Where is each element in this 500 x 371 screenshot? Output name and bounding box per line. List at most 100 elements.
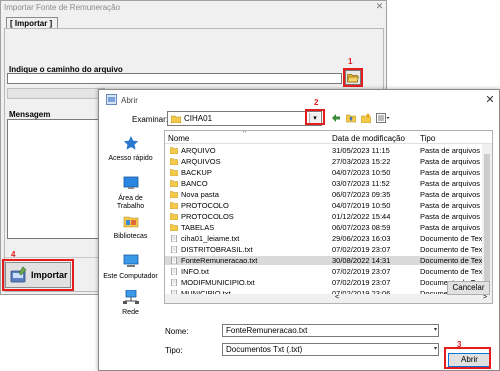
annotation-number: 2 — [314, 98, 319, 107]
look-in-label: Examinar: — [132, 115, 169, 124]
filetype-select[interactable]: Documentos Txt (.txt) ▾ — [222, 343, 439, 356]
up-folder-icon[interactable] — [346, 113, 356, 123]
file-type: Pasta de arquivos — [420, 157, 481, 166]
annotation-number: 4 — [11, 250, 16, 259]
message-box — [7, 119, 105, 239]
look-in-select[interactable]: CIHA01 ▾ — [167, 111, 322, 126]
file-type: Pasta de arquivos — [420, 201, 481, 210]
divider — [3, 257, 105, 258]
filename-label: Nome: — [165, 327, 189, 336]
file-row[interactable]: MODIFMUNICIPIO.txt 07/02/2019 23:07 Docume… — [165, 278, 483, 287]
text-file-icon — [171, 246, 177, 253]
file-modified: 03/07/2023 11:52 — [332, 179, 390, 188]
file-type: Documento de Text — [420, 267, 482, 276]
window-title: Importar Fonte de Remuneração — [4, 3, 121, 12]
vertical-scrollbar[interactable] — [482, 144, 492, 294]
window-close-icon[interactable]: ✕ — [371, 1, 388, 12]
annotation-box-browse — [343, 68, 363, 87]
dialog-close-icon[interactable]: ✕ — [483, 93, 497, 106]
text-file-icon — [171, 235, 177, 242]
folder-icon — [170, 213, 178, 220]
file-row[interactable]: BANCO 03/07/2023 11:52 Pasta de arquivos — [165, 179, 483, 188]
filename-dropdown-icon[interactable]: ▾ — [434, 325, 437, 336]
place-label: Acesso rápido — [108, 155, 153, 162]
cancel-button[interactable]: Cancelar — [447, 281, 490, 295]
desktop-icon — [123, 176, 138, 189]
scrollbar-thumb[interactable] — [484, 154, 490, 284]
file-name: ciha01_leiame.txt — [181, 234, 240, 243]
dialog-toolbar — [331, 113, 390, 123]
filename-input[interactable]: FonteRemuneracao.txt ▾ — [222, 324, 439, 337]
folder-icon — [170, 224, 178, 231]
text-file-icon — [171, 257, 177, 264]
file-row[interactable]: PROTOCOLOS 01/12/2022 15:44 Pasta de arqui… — [165, 212, 483, 221]
scroll-right-icon[interactable]: > — [483, 294, 487, 301]
file-name: TABELAS — [181, 223, 215, 232]
file-modified: 06/07/2023 08:59 — [332, 223, 391, 232]
annotation-box-dropdown — [305, 109, 325, 125]
open-file-dialog: Abrir ✕ Examinar: CIHA01 ▾ Acesso rápido… — [98, 89, 500, 371]
file-list-header: Nome ^ Data de modificação Tipo — [165, 131, 492, 144]
file-row[interactable]: ARQUIVO 31/05/2023 11:15 Pasta de arquivos — [165, 146, 483, 155]
file-name: BACKUP — [181, 168, 212, 177]
horizontal-scrollbar[interactable]: < > — [165, 294, 492, 303]
file-type: Pasta de arquivos — [420, 168, 481, 177]
place-libraries[interactable]: Bibliotecas — [103, 214, 158, 241]
new-folder-icon[interactable] — [361, 113, 371, 123]
place-network[interactable]: Rede — [103, 289, 158, 317]
view-menu-icon[interactable] — [376, 113, 390, 123]
folder-icon — [170, 147, 178, 154]
computer-icon — [123, 254, 138, 267]
file-row[interactable]: TABELAS 06/07/2023 08:59 Pasta de arquivos — [165, 223, 483, 232]
annotation-box-open — [444, 347, 491, 369]
file-row[interactable]: BACKUP 04/07/2023 10:50 Pasta de arquivos — [165, 168, 483, 177]
file-list[interactable]: Nome ^ Data de modificação Tipo ARQUIVO 3… — [164, 130, 493, 304]
file-modified: 29/06/2023 16:03 — [332, 234, 391, 243]
file-modified: 07/02/2019 23:07 — [332, 267, 391, 276]
column-name[interactable]: Nome — [168, 134, 189, 143]
text-file-icon — [171, 268, 177, 275]
place-quick-access[interactable]: Acesso rápido — [103, 136, 158, 163]
file-row[interactable]: DISTRITOBRASIL.txt 07/02/2019 23:07 Docume… — [165, 245, 483, 254]
file-type: Documento de Text — [420, 245, 482, 254]
folder-icon — [170, 191, 178, 198]
filetype-value: Documentos Txt (.txt) — [226, 345, 303, 354]
file-row[interactable]: Nova pasta 06/07/2023 09:35 Pasta de arqui… — [165, 190, 483, 199]
path-input[interactable] — [7, 73, 342, 84]
message-label: Mensagem — [9, 110, 51, 119]
place-this-pc[interactable]: Este Computador — [103, 254, 158, 281]
look-in-value: CIHA01 — [184, 114, 213, 123]
dialog-app-icon — [106, 94, 117, 105]
file-row[interactable]: INFO.txt 07/02/2019 23:07 Documento de Tex… — [165, 267, 483, 276]
file-name: FonteRemuneracao.txt — [181, 256, 258, 265]
column-modified[interactable]: Data de modificação — [332, 134, 405, 143]
column-type[interactable]: Tipo — [420, 134, 435, 143]
file-name: INFO.txt — [181, 267, 209, 276]
file-row[interactable]: FonteRemuneracao.txt 30/08/2022 14:31 Docu… — [165, 256, 483, 265]
file-modified: 07/02/2019 23:07 — [332, 278, 391, 287]
file-name: MODIFMUNICIPIO.txt — [181, 278, 255, 287]
file-row[interactable]: ciha01_leiame.txt 29/06/2023 16:03 Documen… — [165, 234, 483, 243]
file-name: Nova pasta — [181, 190, 219, 199]
sort-indicator-icon: ^ — [243, 130, 247, 137]
place-label: Área de Trabalho — [116, 195, 145, 210]
file-modified: 04/07/2019 10:50 — [332, 201, 391, 210]
places-bar: Acesso rápido Área de Trabalho Bibliotec… — [103, 130, 158, 330]
place-desktop[interactable]: Área de Trabalho — [103, 176, 158, 211]
scroll-left-icon[interactable]: < — [335, 294, 339, 301]
back-arrow-icon[interactable] — [331, 113, 341, 123]
file-modified: 31/05/2023 11:15 — [332, 146, 390, 155]
file-row[interactable]: ARQUIVOS 27/03/2023 15:22 Pasta de arquivo… — [165, 157, 483, 166]
file-type: Pasta de arquivos — [420, 179, 481, 188]
annotation-number: 3 — [457, 340, 462, 349]
file-name: PROTOCOLO — [181, 201, 229, 210]
file-row[interactable]: PROTOCOLO 04/07/2019 10:50 Pasta de arquiv… — [165, 201, 483, 210]
filename-value: FonteRemuneracao.txt — [226, 326, 308, 335]
dialog-title: Abrir — [121, 96, 138, 105]
progress-bar — [7, 88, 105, 99]
filetype-dropdown-icon[interactable]: ▾ — [434, 344, 437, 355]
file-type: Documento de Text — [420, 256, 482, 265]
folder-icon — [170, 202, 178, 209]
file-type: Pasta de arquivos — [420, 223, 481, 232]
file-type: Pasta de arquivos — [420, 190, 481, 199]
